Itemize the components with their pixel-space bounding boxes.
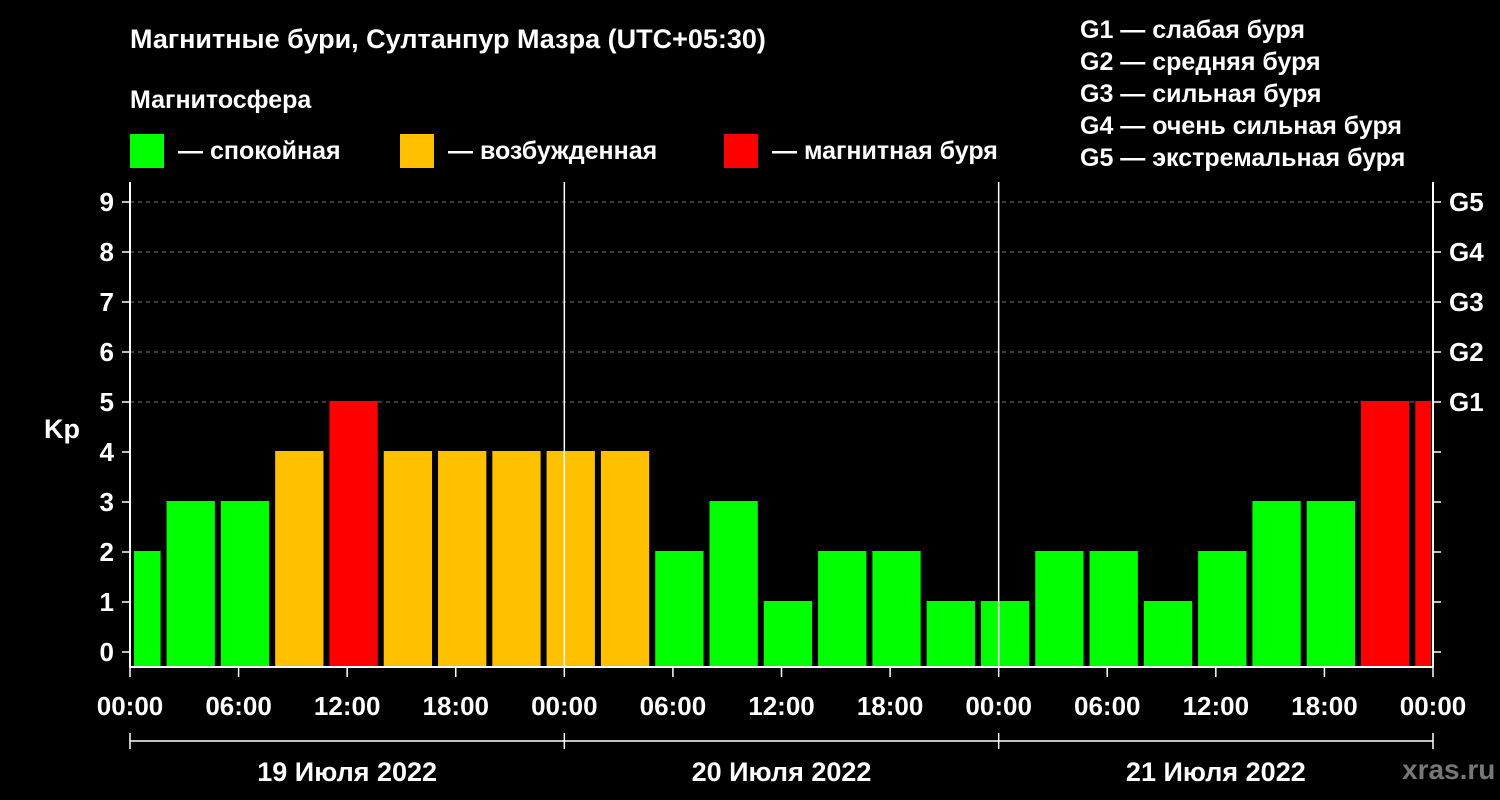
xtick-label-9: 06:00 <box>1074 691 1141 721</box>
ytick-label-5: 5 <box>100 387 114 417</box>
kp-bar-chart: 0 1 2 3 4 5 6 7 8 9 G1 G2 G3 G4 G5 00:00 06:00 12:00 18:00… <box>44 182 1484 787</box>
xtick-label-6: 12:00 <box>748 691 815 721</box>
bar-9 <box>600 451 650 667</box>
g-tick-label-4: G5 <box>1449 187 1484 217</box>
g-tick-label-2: G3 <box>1449 287 1484 317</box>
ytick-label-1: 1 <box>100 587 114 617</box>
xtick-label-2: 12:00 <box>314 691 381 721</box>
g-tick-label-3: G4 <box>1449 237 1484 267</box>
bar-2 <box>220 501 270 667</box>
bar-11 <box>709 501 758 667</box>
xtick-label-4: 00:00 <box>531 691 598 721</box>
day-label-2: 21 Июля 2022 <box>1126 757 1306 787</box>
bar-8 <box>546 451 595 667</box>
bar-21 <box>1252 501 1301 667</box>
grid-lines <box>130 201 1433 403</box>
ytick-label-9: 9 <box>100 187 114 217</box>
bar-7 <box>492 451 541 667</box>
xtick-label-1: 06:00 <box>205 691 272 721</box>
xtick-label-12: 00:00 <box>1400 691 1467 721</box>
xtick-label-8: 00:00 <box>965 691 1032 721</box>
day-label-0: 19 Июля 2022 <box>257 757 437 787</box>
xtick-label-5: 06:00 <box>640 691 707 721</box>
bar-4 <box>329 401 378 667</box>
bar-1 <box>166 501 215 667</box>
ytick-label-8: 8 <box>100 237 114 267</box>
bar-5 <box>383 451 433 667</box>
xtick-label-10: 12:00 <box>1183 691 1250 721</box>
ytick-label-0: 0 <box>100 637 114 667</box>
bar-12 <box>763 601 813 667</box>
bar-16 <box>980 601 1030 667</box>
bar-22 <box>1306 501 1355 667</box>
bar-10 <box>655 551 704 667</box>
bar-0 <box>134 551 161 667</box>
bar-3 <box>275 451 324 667</box>
xtick-label-11: 18:00 <box>1291 691 1358 721</box>
ytick-label-4: 4 <box>100 437 115 467</box>
bar-20 <box>1198 551 1247 667</box>
ytick-label-6: 6 <box>100 337 114 367</box>
ytick-label-2: 2 <box>100 537 114 567</box>
bar-6 <box>438 451 487 667</box>
ytick-label-7: 7 <box>100 287 114 317</box>
bar-14 <box>872 551 921 667</box>
g-tick-label-1: G2 <box>1449 337 1484 367</box>
bar-13 <box>818 551 867 667</box>
xtick-label-3: 18:00 <box>423 691 490 721</box>
bar-19 <box>1143 601 1193 667</box>
bar-15 <box>926 601 975 667</box>
g-tick-label-0: G1 <box>1449 387 1484 417</box>
bar-18 <box>1089 551 1138 667</box>
bar-17 <box>1035 551 1084 667</box>
bars-group <box>134 401 1431 667</box>
xtick-label-7: 18:00 <box>857 691 924 721</box>
day-label-1: 20 Июля 2022 <box>692 757 872 787</box>
ytick-label-3: 3 <box>100 487 114 517</box>
xtick-label-0: 00:00 <box>97 691 164 721</box>
watermark: xras.ru <box>1402 754 1496 785</box>
bar-24 <box>1415 401 1431 667</box>
bar-23 <box>1360 401 1410 667</box>
y-axis-label: Kp <box>44 414 80 444</box>
